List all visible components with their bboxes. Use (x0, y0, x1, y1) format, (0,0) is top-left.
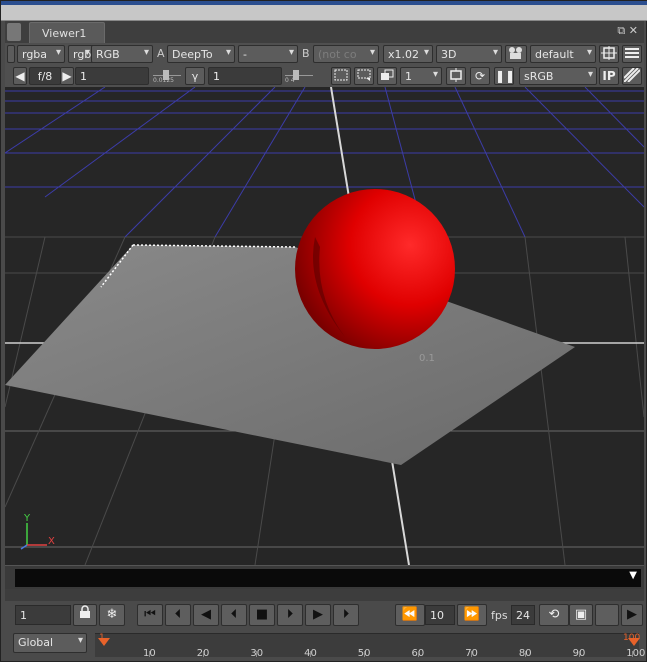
fstop-increase-icon[interactable]: ▶ (60, 67, 74, 85)
tab-viewer[interactable]: Viewer1 (29, 22, 105, 43)
a-input-dropdown[interactable]: DeepTo (167, 45, 235, 63)
playhead-marker[interactable] (98, 638, 110, 646)
toolbar-grip (7, 45, 15, 63)
timeline-tick-mark (524, 651, 526, 657)
channels-dropdown[interactable]: rgba (17, 45, 65, 63)
fps-field[interactable]: 24 (511, 605, 535, 625)
frame-increment-field[interactable]: 10 (425, 605, 455, 625)
proxy-icon[interactable] (377, 67, 397, 85)
timeline-tick-mark (310, 651, 312, 657)
timeline-tick-mark (578, 651, 580, 657)
flipbook-icon[interactable]: ▣ (569, 604, 593, 626)
step-back-icon[interactable]: ◀ (193, 604, 219, 626)
refresh-icon[interactable]: ⟳ (470, 67, 490, 85)
input-process-button[interactable]: IP (599, 67, 619, 85)
stop-icon[interactable]: ■ (249, 604, 275, 626)
gain-field[interactable]: 1 (75, 67, 149, 85)
proxy-dropdown[interactable]: 1 (400, 67, 442, 85)
range-mode-dropdown[interactable]: Global (13, 633, 87, 653)
next-keyframe-icon[interactable]: ⏵ (333, 604, 359, 626)
loop-icon[interactable]: ⟲ (539, 604, 569, 626)
title-strip (1, 1, 647, 21)
timeline-tick-mark (256, 651, 258, 657)
settings-list-icon[interactable] (622, 45, 642, 63)
close-icon[interactable]: ✕ (629, 24, 638, 37)
gain-slider-ticks: 0.0125 (153, 77, 174, 84)
timeline-tick-mark (363, 651, 365, 657)
fstop-decrease-icon[interactable]: ◀ (13, 67, 27, 85)
viewer-window: Viewer1 ⧉ ✕ rgba rgb RGB A DeepTo - B (n… (0, 0, 647, 662)
play-forward-icon[interactable]: ⏵ (277, 604, 303, 626)
gamma-slider[interactable]: 0 4 (285, 67, 313, 85)
roi-icon[interactable] (599, 45, 619, 63)
timeline-tick-mark (417, 651, 419, 657)
gamma-field[interactable]: 1 (208, 67, 282, 85)
compare-mode-dropdown[interactable]: - (238, 45, 298, 63)
lut-dropdown[interactable]: sRGB (519, 67, 597, 85)
striped-overlay-icon[interactable] (622, 67, 642, 85)
timeline-tick-mark (149, 651, 150, 657)
b-input-dropdown[interactable]: (not co (313, 45, 379, 63)
play-backward-icon[interactable]: ⏴ (221, 604, 247, 626)
tab-bar: Viewer1 ⧉ ✕ (5, 21, 644, 43)
timeline-tick-mark (202, 651, 204, 657)
a-input-label: A (157, 47, 165, 60)
zoom-dropdown[interactable]: x1.02 (383, 45, 433, 63)
restore-icon[interactable]: ⧉ (617, 24, 625, 37)
current-frame-field[interactable]: 1 (15, 605, 71, 625)
skip-back-icon[interactable]: ⏪ (395, 604, 425, 626)
timeline-tick-mark (632, 651, 634, 657)
panel-grip[interactable] (7, 23, 21, 41)
layer-dropdown[interactable]: RGB (91, 45, 153, 63)
snowflake-icon[interactable]: ❄ (99, 604, 125, 626)
b-input-label: B (302, 47, 310, 60)
command-dropdown-arrow-icon[interactable]: ▼ (629, 570, 637, 581)
camera-icon[interactable] (505, 45, 527, 63)
region-select-icon[interactable] (331, 67, 351, 85)
viewer-toolbar-bottom: ◀ f/8 ▶ 1 0.0125 γ 1 0 4 1 ⟳ ❚❚ sR (5, 65, 644, 87)
pause-icon[interactable]: ❚❚ (494, 67, 515, 85)
camera-dropdown[interactable]: default (530, 45, 596, 63)
gain-slider[interactable]: 0.0125 (153, 67, 181, 85)
timeline: Global 1 100 102030405060708090100 (5, 629, 645, 659)
first-frame-icon[interactable]: ⏮ (137, 604, 163, 626)
blank-button[interactable] (595, 604, 619, 626)
command-input[interactable]: ▼ (15, 569, 641, 587)
step-forward-icon[interactable]: ▶ (305, 604, 331, 626)
prev-keyframe-icon[interactable]: ⏴ (165, 604, 191, 626)
skip-forward-icon[interactable]: ⏩ (457, 604, 487, 626)
clip-warning-icon[interactable] (446, 67, 466, 85)
command-bar: ▼ (5, 565, 644, 589)
viewer-toolbar-top: rgba rgb RGB A DeepTo - B (not co x1.02 … (5, 43, 644, 65)
view-mode-dropdown[interactable]: 3D (436, 45, 502, 63)
axis-x-label: X (48, 536, 55, 547)
viewer-3d-viewport[interactable]: 0.1 Y X (5, 87, 644, 565)
fps-label: fps (491, 609, 508, 622)
viewport-label: 0.1 (419, 353, 435, 364)
divider (5, 589, 644, 601)
play-range-icon[interactable]: ▶ (621, 604, 643, 626)
timeline-tick-mark (471, 651, 473, 657)
end-marker[interactable] (628, 638, 640, 646)
lock-icon[interactable] (73, 604, 97, 626)
fstop-field[interactable]: f/8 (29, 67, 61, 85)
timeline-ruler[interactable]: 1 100 102030405060708090100 (95, 633, 645, 659)
region-mode-icon[interactable] (354, 67, 374, 85)
playback-controls: 1 ❄ ⏮ ⏴ ◀ ⏴ ■ ⏵ ▶ ⏵ ⏪ 10 ⏩ fps 24 ⟲ ▣ ▶ (5, 601, 644, 629)
gamma-slider-ticks: 0 4 (285, 77, 295, 84)
gamma-label: γ (185, 67, 205, 85)
timeline-tick-label: 100 (626, 648, 646, 659)
axis-y-label: Y (23, 513, 31, 524)
